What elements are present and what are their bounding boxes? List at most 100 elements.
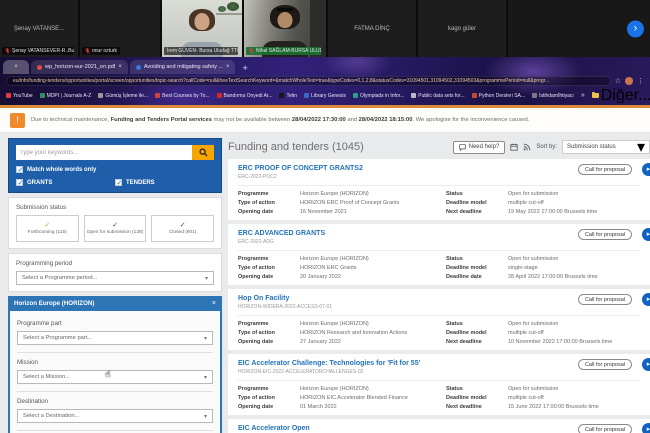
bookmark-item[interactable]: Gümüş İşleme ile... <box>98 93 148 99</box>
bookmark-favicon <box>532 93 537 98</box>
bookmark-item[interactable]: Library Genesis <box>304 93 346 99</box>
status-forthcoming-checkbox[interactable]: ✓Forthcoming (115) <box>16 215 79 242</box>
chevron-down-icon: ▾ <box>204 335 207 342</box>
calendar-icon[interactable] <box>510 143 518 151</box>
plant-decor <box>218 6 226 12</box>
tab-bar: × wp_horizon-eur-2021_en.pdf × Avoiding … <box>0 57 650 74</box>
bookmark-item[interactable]: Olympiads in Infor... <box>353 93 404 99</box>
need-help-button[interactable]: Need help? <box>453 141 506 154</box>
warning-icon: ! <box>10 113 25 128</box>
chevron-down-icon: ▾ <box>204 413 207 420</box>
bookmark-item[interactable]: YouTube <box>6 93 33 99</box>
mission-select[interactable]: Select a Mission... ▾ <box>17 370 213 384</box>
bookmarks-overflow-icon[interactable]: » <box>581 92 585 99</box>
share-circle-button[interactable]: ▸ <box>642 423 650 433</box>
call-type-badge: Call for proposal <box>578 229 632 240</box>
participant-tile[interactable]: FATMA DİNÇ <box>328 0 416 57</box>
bookmark-star-icon[interactable]: ☆ <box>615 78 621 85</box>
tab-favicon <box>37 65 42 70</box>
participant-tile[interactable]: Şenay VATANSE... Şenay VATANSEVER-R..Bur… <box>0 0 78 57</box>
status-open-checkbox[interactable]: ✓Open for submission (138) <box>84 215 147 242</box>
status-closed-checkbox[interactable]: ✓Closed (801) <box>151 215 214 242</box>
bookmark-item[interactable]: Bandırma Onyedi Ar... <box>217 93 273 99</box>
tab-favicon <box>136 65 141 70</box>
browser-menu-icon[interactable]: ⋮ <box>637 78 644 85</box>
browser-tab-active[interactable]: × <box>3 60 29 74</box>
bookmark-item[interactable]: Best Courses by To... <box>155 93 209 99</box>
share-circle-button[interactable]: ▸ <box>642 163 650 176</box>
keyword-search-panel: Match whole words only GRANTS TENDERS <box>8 138 222 193</box>
share-circle-button[interactable]: ▸ <box>642 228 650 241</box>
participant-tile[interactable]: kago güler <box>418 0 506 57</box>
rss-icon[interactable] <box>523 143 531 151</box>
participant-video[interactable]: İrem GÜVEN- Bursa Uludağ TTO <box>162 0 242 57</box>
destination-group: Destination Select a Destination... ▾ <box>17 391 213 430</box>
participant-nametag: Şenay VATANSEVER-R..Bursa Uluda... <box>2 47 74 55</box>
help-bubble-icon <box>459 144 466 151</box>
call-details: ProgrammeHorizon Europe (HORIZON) Status… <box>238 380 640 410</box>
bookmarks-bar: YouTube MDPI | Journals A-Z Gümüş İşleme… <box>0 88 650 103</box>
chevron-down-icon: ▾ <box>637 137 645 157</box>
submission-status-panel: Submission status ✓Forthcoming (115) ✓Op… <box>8 197 222 249</box>
muted-mic-icon <box>249 48 254 54</box>
programme-part-group: Programme part Select a Programme part..… <box>17 318 213 352</box>
bookmark-favicon <box>6 93 11 98</box>
muted-mic-icon <box>5 48 10 54</box>
programming-period-select[interactable]: Select a Programme period... ▾ <box>16 271 214 285</box>
close-icon[interactable]: × <box>212 300 216 307</box>
bookmark-item[interactable]: Python Dersleri SA... <box>472 93 525 99</box>
new-tab-button[interactable]: + <box>242 63 247 73</box>
bookmark-favicon <box>304 93 309 98</box>
screen: Şenay VATANSE... Şenay VATANSEVER-R..Bur… <box>0 0 650 433</box>
video-conference-strip: Şenay VATANSE... Şenay VATANSEVER-R..Bur… <box>0 0 650 57</box>
bookmark-favicon <box>98 93 103 98</box>
bookmark-item[interactable]: Tetin <box>279 93 297 99</box>
portal-main: Match whole words only GRANTS TENDERS Su… <box>0 133 650 433</box>
programme-part-select[interactable]: Select a Programme part... ▾ <box>17 331 213 345</box>
banner-text: Due to technical maintenance, Funding an… <box>31 117 529 123</box>
bookmark-item[interactable]: Public data sets for... <box>411 93 464 99</box>
close-icon[interactable]: × <box>118 64 122 70</box>
close-icon[interactable]: × <box>14 64 18 70</box>
address-bar[interactable]: eu/info/funding-tenders/opportunities/po… <box>6 76 611 86</box>
bookmark-favicon <box>411 93 416 98</box>
chevron-down-icon: ▾ <box>205 275 208 282</box>
results-panel: Funding and tenders (1045) Need help? So… <box>228 138 650 433</box>
participant-tile[interactable]: onur ozturk <box>80 0 160 57</box>
destination-select[interactable]: Select a Destination... ▾ <box>17 409 213 423</box>
result-card: Hop On Facility HORIZON-WIDERA-2022-ACCE… <box>228 289 650 350</box>
share-circle-button[interactable]: ▸ <box>642 293 650 306</box>
browser-tab[interactable]: Avoiding and mitigating safety ... × <box>130 60 236 74</box>
bookmark-item[interactable]: MDPI | Journals A-Z <box>40 93 92 99</box>
tenders-checkbox[interactable] <box>115 179 122 186</box>
chevron-down-icon: ▾ <box>204 374 207 381</box>
call-details: ProgrammeHorizon Europe (HORIZON) Status… <box>238 315 640 345</box>
bookmark-favicon <box>353 93 358 98</box>
search-input[interactable] <box>16 145 192 160</box>
horizon-europe-header: Horizon Europe (HORIZON) × <box>8 296 222 311</box>
sunglasses-decor <box>277 8 294 11</box>
close-icon[interactable]: × <box>226 64 230 70</box>
result-card: EIC Accelerator Challenge: Technologies … <box>228 354 650 415</box>
programming-period-panel: Programming period Select a Programme pe… <box>8 253 222 292</box>
search-filters-sidebar: Match whole words only GRANTS TENDERS Su… <box>8 138 222 433</box>
horizon-europe-filters: Programme part Select a Programme part..… <box>8 311 222 433</box>
browser-tab[interactable]: wp_horizon-eur-2021_en.pdf × <box>31 60 128 74</box>
sort-select[interactable]: Submission status ▾ <box>562 140 650 154</box>
results-header: Funding and tenders (1045) Need help? So… <box>228 138 650 156</box>
search-button[interactable] <box>192 145 214 160</box>
match-whole-words-checkbox[interactable] <box>16 166 23 173</box>
next-participants-button[interactable]: › <box>627 20 644 37</box>
bookmark-favicon <box>40 93 45 98</box>
call-id: HORIZON-WIDERA-2022-ACCESS-07-01 <box>238 304 640 310</box>
other-bookmarks-folder[interactable]: Diğer... <box>592 88 650 103</box>
participant-video[interactable]: Nihal SAĞLAM-BURSA ULUDAĞ ... <box>244 0 326 57</box>
tab-title: Avoiding and mitigating safety ... <box>144 64 223 70</box>
call-details: ProgrammeHorizon Europe (HORIZON) Status… <box>238 185 640 215</box>
grants-checkbox[interactable] <box>16 179 23 186</box>
call-type-badge: Call for proposal <box>578 359 632 370</box>
profile-avatar[interactable] <box>625 77 633 85</box>
result-card: ERC PROOF OF CONCEPT GRANTS2 ERC-2022-PO… <box>228 159 650 220</box>
share-circle-button[interactable]: ▸ <box>642 358 650 371</box>
bookmark-item[interactable]: İstihdamİhtiyacı <box>532 93 574 99</box>
